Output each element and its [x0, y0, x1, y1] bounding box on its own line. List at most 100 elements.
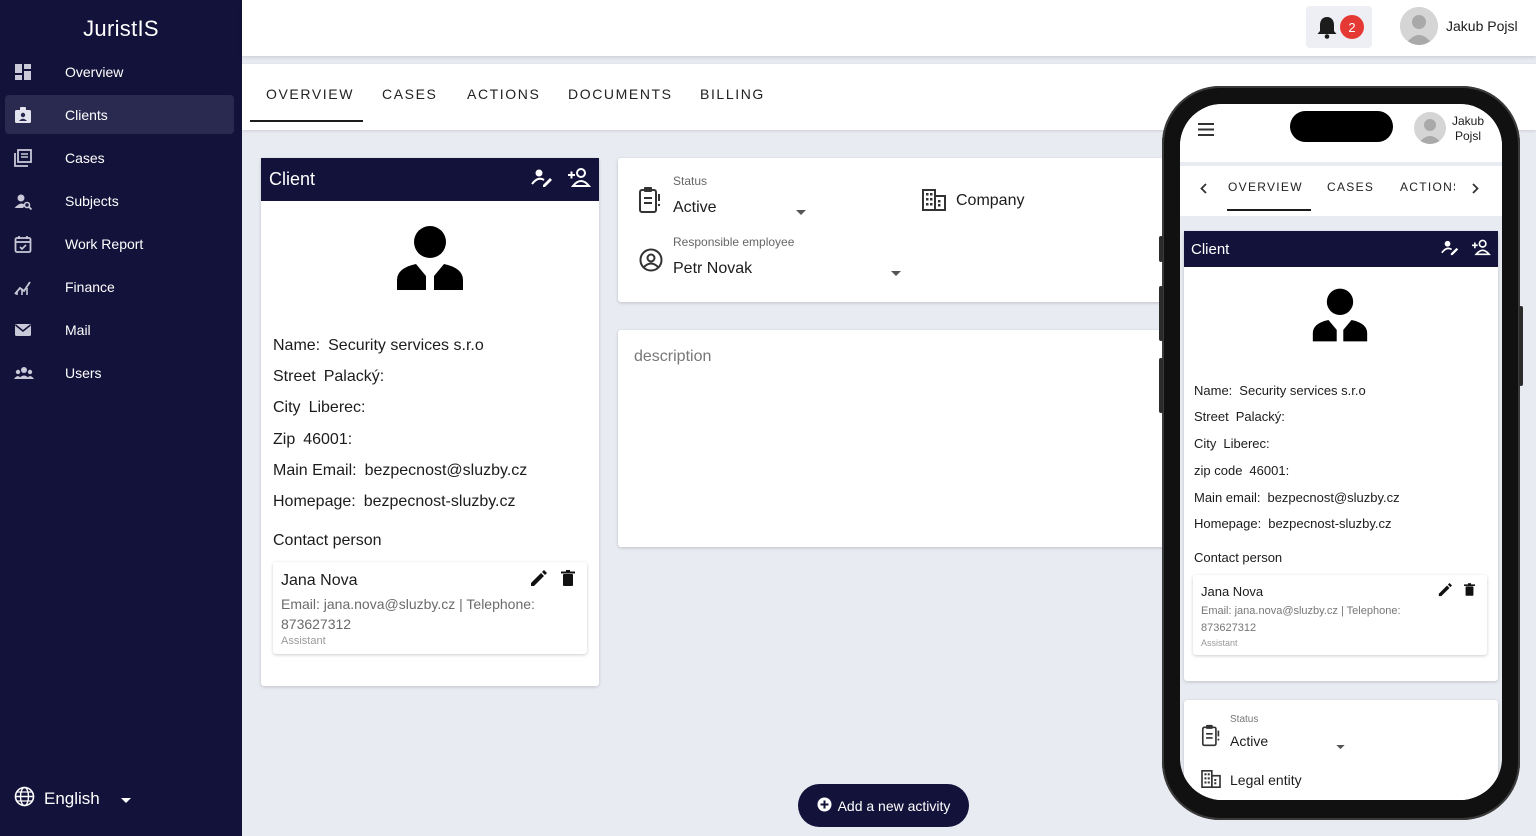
- mobile-tab-cases[interactable]: CASES: [1327, 180, 1374, 194]
- sidebar-item-label: Finance: [65, 278, 115, 295]
- status-value[interactable]: Active: [673, 199, 717, 217]
- mobile-entity-type: Legal entity: [1230, 772, 1302, 788]
- employee-value[interactable]: Petr Novak: [673, 260, 752, 278]
- sidebar-item-clients[interactable]: Clients: [5, 95, 234, 134]
- mobile-contact-details: Email: jana.nova@sluzby.cz | Telephone: …: [1201, 605, 1401, 634]
- tab-documents[interactable]: DOCUMENTS: [568, 86, 673, 102]
- field-label: Name:: [273, 337, 321, 354]
- client-name: Security services s.r.o: [328, 337, 484, 354]
- mobile-tab-bar: OVERVIEW CASES ACTIONS: [1180, 166, 1502, 216]
- clipboard-icon: [1201, 724, 1221, 752]
- field-label: City: [273, 399, 301, 416]
- status-label: Status: [673, 174, 708, 188]
- client-avatar-icon: [396, 224, 464, 297]
- mobile-client-homepage-row: Homepage: bezpecnost-sluzby.cz: [1194, 516, 1392, 531]
- add-person-icon[interactable]: [567, 166, 592, 193]
- add-activity-label: Add a new activity: [837, 797, 951, 814]
- sidebar-item-users[interactable]: Users: [5, 353, 234, 392]
- notifications-button[interactable]: 2: [1306, 6, 1372, 48]
- phone-side-button: [1519, 306, 1523, 386]
- client-card: Client Name: Security services s.r.o Stre…: [261, 158, 599, 686]
- mobile-status-label: Status: [1230, 714, 1259, 725]
- description-input[interactable]: description: [634, 348, 711, 366]
- mobile-user-name: Jakub Pojsl: [1452, 114, 1484, 144]
- delete-icon[interactable]: [561, 570, 575, 592]
- sidebar: JuristIS Overview Clients Cases Subjects: [0, 0, 242, 836]
- account-circle-icon: [639, 248, 663, 277]
- caret-down-icon[interactable]: [891, 264, 901, 282]
- delete-icon[interactable]: [1464, 583, 1475, 602]
- mail-icon: [5, 321, 65, 339]
- edit-person-icon[interactable]: [531, 166, 553, 193]
- chart-icon: [5, 278, 65, 296]
- sidebar-item-subjects[interactable]: Subjects: [5, 181, 234, 220]
- sidebar-item-finance[interactable]: Finance: [5, 267, 234, 306]
- sidebar-item-label: Work Report: [65, 235, 144, 252]
- mobile-client-zip: 46001:: [1249, 463, 1290, 478]
- chevron-left-icon[interactable]: [1200, 181, 1207, 199]
- sidebar-item-overview[interactable]: Overview: [5, 52, 234, 91]
- mobile-contact-name: Jana Nova: [1201, 584, 1264, 599]
- mobile-client-email-row: Main email: bezpecnost@sluzby.cz: [1194, 490, 1400, 505]
- dynamic-island: [1290, 111, 1393, 142]
- edit-person-icon[interactable]: [1441, 238, 1459, 260]
- mobile-client-homepage: bezpecnost-sluzby.cz: [1268, 516, 1392, 531]
- add-circle-icon: [817, 797, 832, 815]
- field-label: zip code: [1194, 463, 1243, 478]
- tab-cases[interactable]: CASES: [382, 86, 437, 102]
- library-icon: [5, 148, 65, 167]
- sidebar-item-mail[interactable]: Mail: [5, 310, 234, 349]
- mobile-status-value[interactable]: Active: [1230, 733, 1268, 749]
- avatar: [1400, 7, 1438, 45]
- client-zip-row: Zip 46001:: [273, 431, 352, 449]
- edit-icon[interactable]: [530, 570, 547, 592]
- avatar[interactable]: [1414, 112, 1446, 144]
- globe-icon: [14, 786, 35, 812]
- language-label: English: [44, 789, 100, 808]
- contact-details: Email: jana.nova@sluzby.cz | Telephone: …: [281, 596, 535, 632]
- field-label: City: [1194, 436, 1217, 451]
- building-icon: [1201, 770, 1221, 793]
- tab-overview[interactable]: OVERVIEW: [266, 86, 354, 102]
- sidebar-item-cases[interactable]: Cases: [5, 138, 234, 177]
- notification-count-badge: 2: [1340, 15, 1364, 39]
- edit-icon[interactable]: [1438, 583, 1452, 602]
- client-avatar-icon: [1312, 287, 1368, 348]
- tab-billing[interactable]: BILLING: [700, 86, 765, 102]
- sidebar-item-work-report[interactable]: Work Report: [5, 224, 234, 263]
- user-menu[interactable]: Jakub Pojsl: [1400, 7, 1518, 45]
- sidebar-item-label: Mail: [65, 321, 91, 338]
- app-title: JuristIS: [83, 16, 159, 41]
- caret-down-icon[interactable]: [1336, 737, 1345, 755]
- mobile-contact-person-heading: Contact person: [1194, 550, 1283, 565]
- field-label: Homepage:: [273, 493, 356, 510]
- phone-screen: Jakub Pojsl OVERVIEW CASES ACTIONS Clien…: [1180, 104, 1502, 800]
- add-person-icon[interactable]: [1471, 238, 1491, 260]
- mobile-user-first-name: Jakub: [1452, 114, 1485, 128]
- badge-icon: [5, 106, 65, 124]
- chevron-right-icon[interactable]: [1472, 181, 1479, 199]
- client-zip: 46001:: [303, 431, 353, 448]
- field-label: Homepage:: [1194, 516, 1262, 531]
- add-activity-button[interactable]: Add a new activity: [798, 784, 969, 827]
- client-email: bezpecnost@sluzby.cz: [364, 462, 528, 479]
- users-icon: [5, 364, 65, 382]
- language-select[interactable]: English: [14, 786, 131, 812]
- mobile-tab-overview[interactable]: OVERVIEW: [1228, 180, 1303, 194]
- mobile-tab-actions[interactable]: ACTIONS: [1400, 180, 1455, 194]
- mobile-active-tab-indicator: [1227, 209, 1311, 211]
- phone-side-button: [1159, 286, 1163, 341]
- client-card-title: Client: [269, 169, 316, 189]
- description-card: description: [618, 330, 1178, 547]
- field-label: Street: [1194, 409, 1229, 424]
- client-homepage: bezpecnost-sluzby.cz: [363, 493, 516, 510]
- menu-icon[interactable]: [1198, 123, 1214, 141]
- client-city: Liberec:: [308, 399, 366, 416]
- phone-mockup: Jakub Pojsl OVERVIEW CASES ACTIONS Clien…: [1159, 86, 1523, 820]
- contact-name: Jana Nova: [281, 572, 358, 589]
- tab-actions[interactable]: ACTIONS: [467, 86, 540, 102]
- mobile-client-card-title: Client: [1191, 240, 1230, 258]
- field-label: Main email:: [1194, 490, 1261, 505]
- caret-down-icon[interactable]: [796, 203, 806, 221]
- mobile-user-last-name: Pojsl: [1455, 129, 1482, 143]
